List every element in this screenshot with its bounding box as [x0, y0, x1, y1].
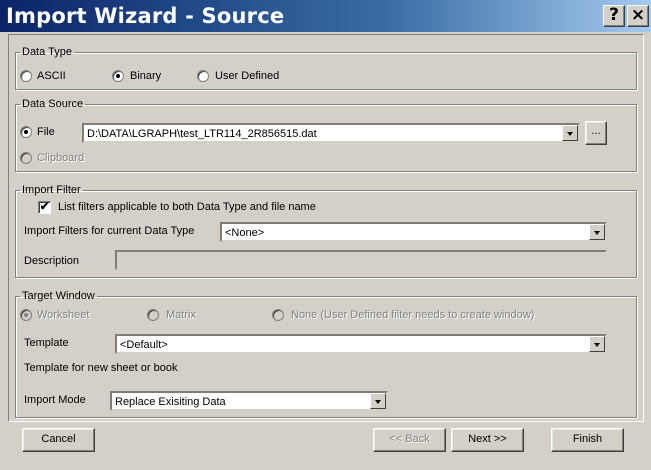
list-filters-checkbox[interactable]: ✔ [38, 201, 51, 214]
import-mode-dropdown-button[interactable] [370, 393, 386, 409]
cancel-label: Cancel [41, 433, 76, 445]
close-icon: × [630, 5, 646, 25]
none-label[interactable]: None (User Defined filter needs to creat… [291, 309, 534, 321]
import-filter-legend: Import Filter [22, 184, 81, 196]
next-button[interactable]: Next >> [451, 428, 524, 452]
user-defined-label[interactable]: User Defined [215, 70, 279, 82]
template-select[interactable]: <Default> [115, 334, 607, 354]
clipboard-radio[interactable] [20, 152, 32, 164]
template-value: <Default> [120, 339, 168, 351]
description-label: Description [24, 255, 80, 267]
finish-button[interactable]: Finish [551, 428, 624, 452]
data-type-legend: Data Type [22, 46, 72, 58]
import-mode-select[interactable]: Replace Exisiting Data [110, 391, 388, 411]
worksheet-radio[interactable] [20, 309, 32, 321]
back-button[interactable]: << Back [373, 428, 446, 452]
clipboard-label[interactable]: Clipboard [37, 152, 84, 164]
finish-label: Finish [572, 433, 603, 445]
binary-label[interactable]: Binary [130, 70, 161, 82]
close-button[interactable]: × [627, 5, 649, 27]
worksheet-label[interactable]: Worksheet [37, 309, 89, 321]
none-radio[interactable] [272, 309, 284, 321]
ascii-radio[interactable] [20, 70, 32, 82]
data-type-group: Data Type [15, 46, 637, 90]
binary-radio[interactable] [112, 70, 124, 82]
back-label: << Back [389, 433, 430, 445]
help-button[interactable]: ? [603, 5, 625, 27]
file-path-value: D:\DATA\LGRAPH\test_LTR114_2R856515.dat [87, 128, 317, 140]
title-bar: Import Wizard - Source ? × [0, 0, 651, 32]
import-mode-label: Import Mode [24, 394, 86, 406]
import-filter-select[interactable]: <None> [220, 222, 607, 242]
help-icon: ? [609, 5, 619, 25]
template-label: Template [24, 337, 69, 349]
ascii-label[interactable]: ASCII [37, 70, 66, 82]
list-filters-label[interactable]: List filters applicable to both Data Typ… [58, 201, 316, 213]
file-label[interactable]: File [37, 126, 55, 138]
data-source-legend: Data Source [22, 98, 84, 110]
user-defined-radio[interactable] [197, 70, 209, 82]
import-filters-label: Import Filters for current Data Type [24, 225, 195, 237]
template-dropdown-button[interactable] [589, 336, 605, 352]
template-note: Template for new sheet or book [24, 362, 178, 374]
matrix-label[interactable]: Matrix [166, 309, 196, 321]
matrix-radio[interactable] [147, 309, 159, 321]
window-title: Import Wizard - Source [6, 4, 285, 28]
file-radio[interactable] [20, 126, 32, 138]
import-mode-value: Replace Exisiting Data [115, 396, 226, 408]
cancel-button[interactable]: Cancel [22, 428, 95, 452]
file-dropdown-button[interactable] [562, 125, 578, 141]
browse-button[interactable]: ... [585, 121, 607, 145]
browse-label: ... [591, 125, 601, 137]
import-filter-value: <None> [225, 227, 265, 239]
target-window-legend: Target Window [22, 290, 95, 302]
file-path-field[interactable]: D:\DATA\LGRAPH\test_LTR114_2R856515.dat [82, 123, 580, 143]
next-label: Next >> [468, 433, 507, 445]
import-filter-dropdown-button[interactable] [589, 224, 605, 240]
description-field [115, 250, 607, 270]
